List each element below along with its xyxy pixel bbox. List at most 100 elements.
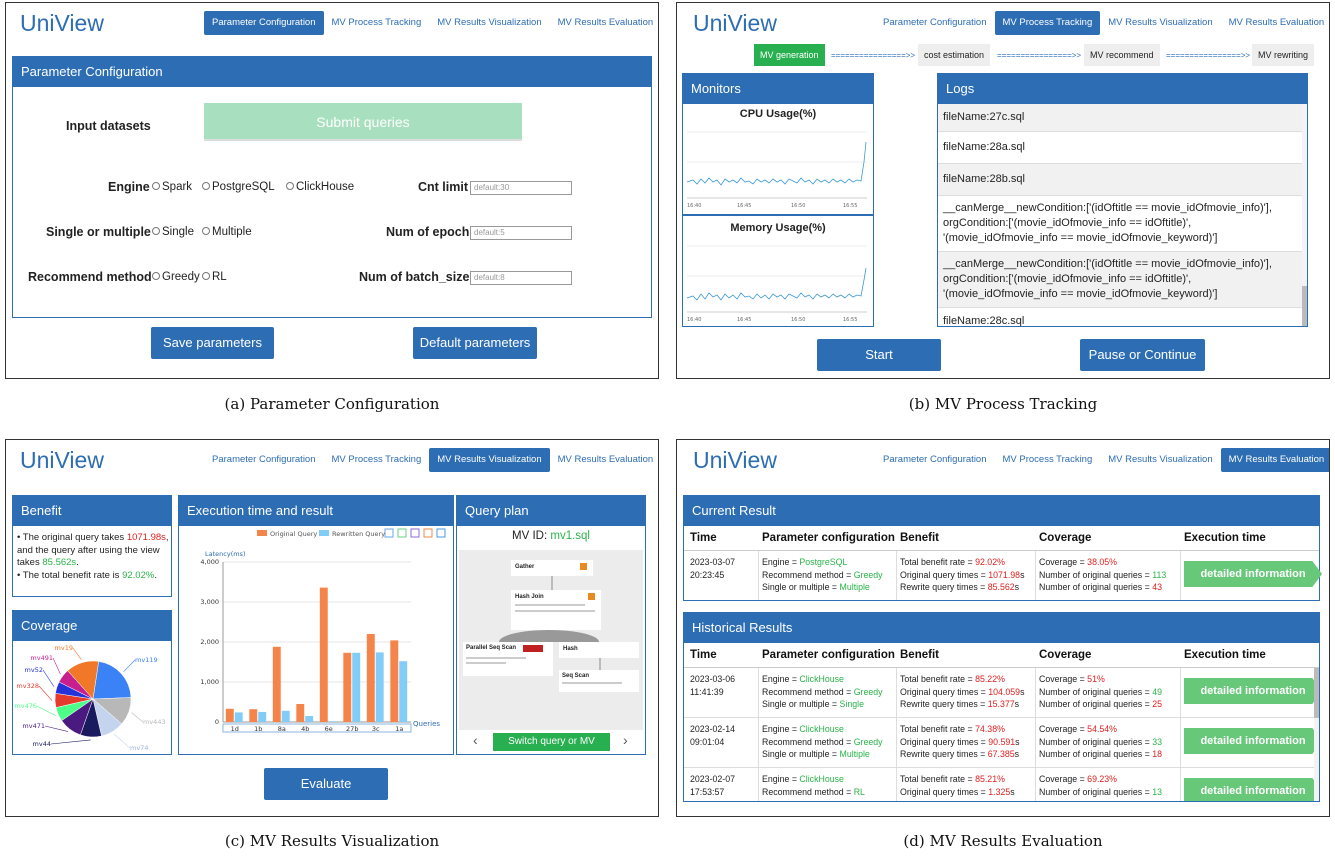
benefit-text: • The original query takes 1071.98s, and… xyxy=(17,532,169,581)
tab-mv-results-evaluation[interactable]: MV Results Evaluation xyxy=(1221,11,1329,35)
panel-mv-results-visualization: UniView Parameter Configuration MV Proce… xyxy=(5,439,659,817)
tab-mv-results-visualization[interactable]: MV Results Visualization xyxy=(429,448,550,472)
pie-label: mv44 xyxy=(33,740,51,748)
execution-title: Execution time and result xyxy=(179,496,453,526)
tab-parameter-configuration[interactable]: Parameter Configuration xyxy=(204,448,324,472)
logs-title: Logs xyxy=(938,74,1307,104)
memory-tick: 16:40 xyxy=(687,317,701,323)
detailed-information-button[interactable]: detailed information xyxy=(1184,678,1319,704)
cpu-usage-title: CPU Usage(%) xyxy=(739,108,817,120)
col-time: Time xyxy=(690,532,717,544)
pause-continue-button[interactable]: Pause or Continue xyxy=(1080,339,1205,371)
bar-rewritten xyxy=(258,712,267,722)
tab-mv-process-tracking[interactable]: MV Process Tracking xyxy=(994,11,1101,35)
num-epoch-input[interactable]: default:5 xyxy=(470,226,572,240)
engine-radio-postgresql[interactable]: PostgreSQL xyxy=(202,181,275,193)
cnt-limit-input[interactable]: default:30 xyxy=(470,181,572,195)
sm-radio-multiple[interactable]: Multiple xyxy=(202,226,252,238)
tab-mv-process-tracking[interactable]: MV Process Tracking xyxy=(324,11,430,35)
pie-leader-line xyxy=(113,733,131,749)
save-parameters-button[interactable]: Save parameters xyxy=(151,327,274,359)
plan-node-seq-scan[interactable]: Seq Scan xyxy=(559,670,639,692)
engine-radio-spark[interactable]: Spark xyxy=(152,181,192,193)
pie-leader-line xyxy=(44,725,69,732)
submit-queries-button[interactable]: Submit queries xyxy=(204,103,522,141)
evaluate-button[interactable]: Evaluate xyxy=(264,768,388,800)
coverage-cell: Coverage = 54.54% Number of original que… xyxy=(1039,724,1162,759)
toolbox-icon xyxy=(436,528,446,538)
log-entry: fileName:28b.sql xyxy=(938,164,1304,196)
tab-parameter-configuration[interactable]: Parameter Configuration xyxy=(204,11,324,35)
plan-node-parallel-seq-scan[interactable]: Parallel Seq Scan xyxy=(463,642,553,676)
plan-node-hash-join[interactable]: Hash Join xyxy=(511,590,601,630)
batch-size-input[interactable]: default:8 xyxy=(470,271,572,285)
step-cost-estimation[interactable]: cost estimation xyxy=(918,44,991,66)
history-scrollbar[interactable] xyxy=(1314,668,1319,801)
pie-label: mv74 xyxy=(130,744,148,752)
tab-mv-results-evaluation[interactable]: MV Results Evaluation xyxy=(1220,448,1329,472)
prev-arrow-icon[interactable]: ‹ xyxy=(473,732,478,748)
bar-rewritten xyxy=(328,721,337,722)
plan-node-gather[interactable]: Gather xyxy=(511,560,593,576)
benefit-cell: Total benefit rate = 85.22% Original que… xyxy=(900,674,1025,709)
switch-query-mv-button[interactable]: Switch query or MV xyxy=(493,733,610,751)
detailed-information-button[interactable]: detailed information xyxy=(1184,778,1319,801)
bar-rewritten xyxy=(305,716,314,722)
plan-node-hash[interactable]: Hash xyxy=(559,642,639,658)
detailed-information-button[interactable]: detailed information xyxy=(1184,728,1319,754)
cpu-usage-chart: 16:40 16:45 16:50 16:55 xyxy=(686,131,867,209)
logs-scrollbar[interactable] xyxy=(1302,104,1307,326)
step-mv-rewriting[interactable]: MV rewriting xyxy=(1252,44,1315,66)
top-nav: Parameter Configuration MV Process Track… xyxy=(204,448,658,472)
col-parameter-configuration: Parameter configuration xyxy=(762,532,895,544)
caption-a: (a) Parameter Configuration xyxy=(224,395,440,413)
tab-mv-process-tracking[interactable]: MV Process Tracking xyxy=(995,448,1101,472)
top-nav: Parameter Configuration MV Process Track… xyxy=(204,11,658,35)
step-mv-generation[interactable]: MV generation xyxy=(754,44,825,66)
pie-label: mv443 xyxy=(143,718,166,726)
rec-radio-greedy[interactable]: Greedy xyxy=(152,271,200,283)
start-button[interactable]: Start xyxy=(817,339,941,371)
toolbox-icon xyxy=(397,528,407,538)
monitors-title: Monitors xyxy=(683,74,873,104)
detailed-information-button[interactable]: detailed information xyxy=(1184,561,1322,587)
time-cell: 2023-02-14 09:01:04 xyxy=(690,724,735,747)
step-arrow: ================>> xyxy=(1166,51,1251,60)
tab-mv-results-visualization[interactable]: MV Results Visualization xyxy=(1100,11,1220,35)
memory-tick: 16:55 xyxy=(843,317,857,323)
history-rows: 2023-03-06 11:41:39 Engine = ClickHouse R… xyxy=(684,668,1319,801)
panel-mv-process-tracking: UniView Parameter Configuration MV Proce… xyxy=(676,2,1330,379)
step-mv-recommend[interactable]: MV recommend xyxy=(1084,44,1160,66)
query-plan-canvas[interactable]: Gather Hash Join Parallel Seq Scan Hash … xyxy=(459,550,643,730)
tab-parameter-configuration[interactable]: Parameter Configuration xyxy=(875,448,995,472)
log-entry: fileName:28c.sql xyxy=(938,308,1304,326)
tab-mv-results-visualization[interactable]: MV Results Visualization xyxy=(429,11,549,35)
pie-leader-line xyxy=(42,669,55,687)
bar-original xyxy=(343,652,352,722)
x-axis-label: Queries xyxy=(413,720,440,728)
top-nav: Parameter Configuration MV Process Track… xyxy=(875,448,1329,472)
tab-parameter-configuration[interactable]: Parameter Configuration xyxy=(875,11,995,35)
time-cell: 2023-02-07 17:53:57 xyxy=(690,774,735,797)
bar-rewritten xyxy=(399,661,408,722)
benefit-cell: Total benefit rate = 74.38% Original que… xyxy=(900,724,1020,759)
logs-list: fileName:27c.sql fileName:28a.sql fileNa… xyxy=(938,104,1304,326)
caption-b: (b) MV Process Tracking xyxy=(908,395,1098,413)
default-parameters-button[interactable]: Default parameters xyxy=(413,327,537,359)
log-entry: __canMerge__newCondition:['(idOftitle ==… xyxy=(938,196,1304,252)
tab-mv-results-evaluation[interactable]: MV Results Evaluation xyxy=(550,448,658,472)
input-datasets-label: Input datasets xyxy=(66,119,151,133)
benefit-box: Benefit • The original query takes 1071.… xyxy=(12,495,172,597)
coverage-cell: Coverage = 51% Number of original querie… xyxy=(1039,674,1162,709)
next-arrow-icon[interactable]: › xyxy=(623,732,628,748)
tab-mv-process-tracking[interactable]: MV Process Tracking xyxy=(324,448,430,472)
rec-radio-rl[interactable]: RL xyxy=(202,271,227,283)
tab-mv-results-evaluation[interactable]: MV Results Evaluation xyxy=(550,11,658,35)
query-plan-box: Query plan MV ID: mv1.sql Gather Hash Jo… xyxy=(456,495,646,755)
engine-radio-clickhouse[interactable]: ClickHouse xyxy=(286,181,354,193)
bar-rewritten xyxy=(352,652,361,722)
pie-slice xyxy=(92,661,132,700)
tab-mv-results-visualization[interactable]: MV Results Visualization xyxy=(1100,448,1220,472)
bar-original xyxy=(249,709,258,722)
sm-radio-single[interactable]: Single xyxy=(152,226,194,238)
